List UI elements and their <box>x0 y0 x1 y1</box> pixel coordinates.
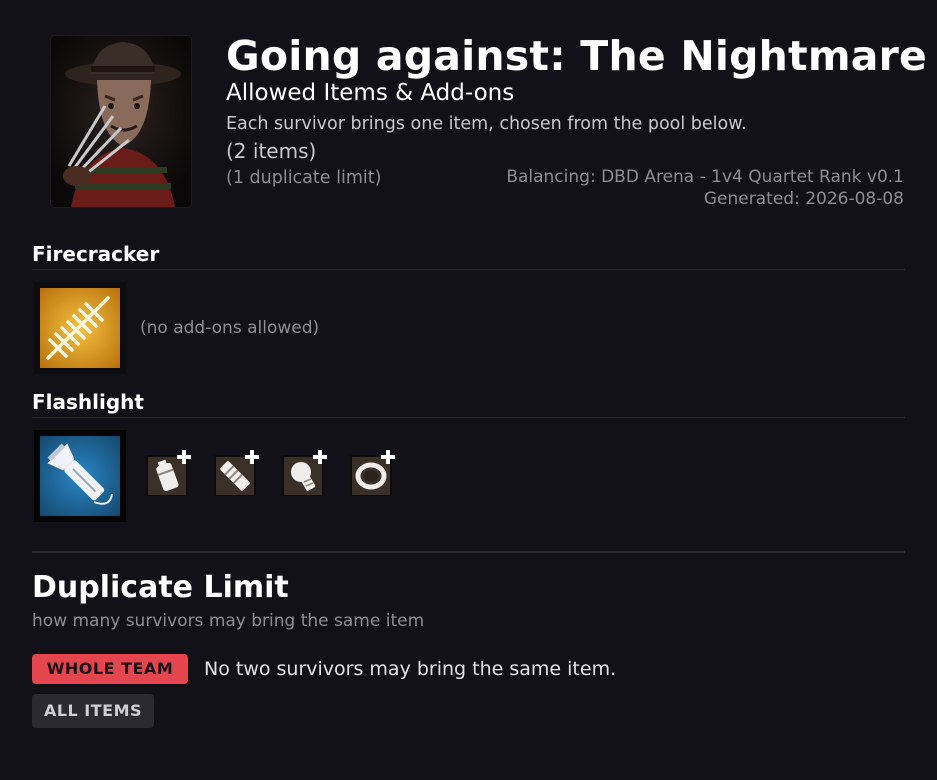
duplicate-limit-heading: Duplicate Limit <box>32 570 289 605</box>
duplicate-limit-hint: how many survivors may bring the same it… <box>32 611 425 631</box>
battery-addon-icon[interactable] <box>144 448 192 497</box>
section-divider <box>32 551 905 553</box>
meta-info: Balancing: DBD Arena - 1v4 Quartet Rank … <box>506 166 904 210</box>
flashlight-icon[interactable] <box>34 430 126 522</box>
firecracker-icon[interactable] <box>34 282 126 374</box>
killer-portrait <box>51 36 191 207</box>
duplicate-limit-note: (1 duplicate limit) <box>226 168 382 188</box>
whole-team-badge[interactable]: WHOLE TEAM <box>32 654 188 684</box>
all-items-badge[interactable]: ALL ITEMS <box>32 694 154 728</box>
page-title: Going against: The Nightmare <box>226 32 928 80</box>
ring-addon-icon[interactable] <box>348 448 396 497</box>
no-addons-note: (no add-ons allowed) <box>140 318 320 338</box>
bulb-addon-icon[interactable] <box>280 448 328 497</box>
section-divider <box>32 269 905 270</box>
lens-addon-icon[interactable] <box>212 448 260 497</box>
whole-team-rule: No two survivors may bring the same item… <box>204 658 617 680</box>
item-heading-flashlight: Flashlight <box>32 390 144 414</box>
page-subtitle: Allowed Items & Add-ons <box>226 80 515 106</box>
item-count: (2 items) <box>226 139 317 163</box>
page-description: Each survivor brings one item, chosen fr… <box>226 114 747 134</box>
generated-date: Generated: 2026-08-08 <box>703 189 904 209</box>
balancing-label: Balancing: DBD Arena - 1v4 Quartet Rank … <box>506 167 904 187</box>
section-divider <box>32 417 905 418</box>
item-heading-firecracker: Firecracker <box>32 242 160 266</box>
